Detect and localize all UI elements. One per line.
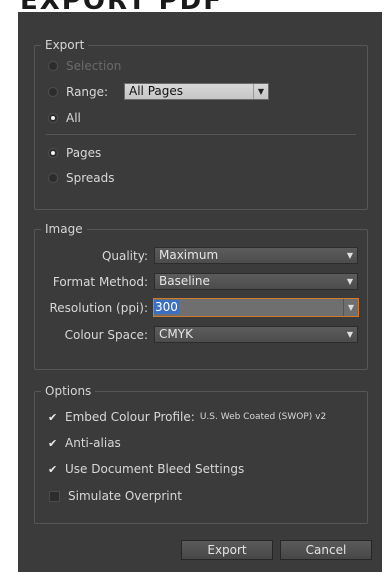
chevron-down-icon: ▼: [253, 84, 268, 99]
chevron-down-icon: ▼: [346, 330, 354, 339]
embed-profile-checkbox[interactable]: ✔ Embed Colour Profile: U.S. Web Coated …: [48, 410, 326, 424]
options-legend: Options: [45, 384, 92, 398]
pages-radio[interactable]: Pages: [48, 146, 101, 160]
pages-label: Pages: [66, 146, 102, 160]
embed-label: Embed Colour Profile:: [65, 410, 195, 424]
radio-selected-icon: [48, 148, 58, 158]
cancel-button[interactable]: Cancel: [280, 540, 372, 560]
chevron-down-icon[interactable]: ▼: [343, 299, 358, 316]
image-group: Image: [34, 222, 368, 370]
embed-profile-value: U.S. Web Coated (SWOP) v2: [199, 412, 327, 422]
colour-space-value: CMYK: [159, 327, 193, 341]
bleed-settings-checkbox[interactable]: ✔ Use Document Bleed Settings: [48, 462, 244, 476]
colour-space-label: Colour Space:: [64, 328, 148, 342]
checkmark-icon: ✔: [48, 436, 58, 450]
checkmark-icon: ✔: [48, 462, 58, 476]
format-dropdown[interactable]: Baseline ▼: [154, 273, 358, 290]
chevron-down-icon: ▼: [346, 251, 354, 260]
resolution-combobox[interactable]: 300 ▼: [153, 298, 359, 317]
checkmark-icon: ✔: [48, 410, 58, 424]
export-button[interactable]: Export: [181, 540, 273, 560]
anti-alias-label: Anti-alias: [65, 436, 121, 450]
spreads-radio[interactable]: Spreads: [48, 171, 115, 185]
resolution-label: Resolution (ppi):: [49, 301, 149, 315]
quality-dropdown[interactable]: Maximum ▼: [154, 247, 358, 264]
bleed-label: Use Document Bleed Settings: [65, 462, 245, 476]
anti-alias-checkbox[interactable]: ✔ Anti-alias: [48, 436, 121, 450]
format-value: Baseline: [159, 274, 210, 288]
image-legend: Image: [45, 222, 83, 236]
selection-label: Selection: [66, 59, 122, 73]
format-label: Format Method:: [52, 275, 148, 289]
export-jpeg-dialog: Export Selection Range: All Pages ▼ All …: [18, 12, 382, 572]
quality-value: Maximum: [159, 248, 219, 262]
all-label: All: [66, 111, 81, 125]
range-label: Range:: [66, 85, 109, 99]
checkbox-empty-icon: [49, 490, 60, 502]
radio-icon: [48, 61, 58, 71]
radio-icon: [48, 173, 58, 183]
range-radio[interactable]: Range:: [48, 85, 108, 99]
overprint-label: Simulate Overprint: [68, 489, 182, 503]
spreads-label: Spreads: [66, 171, 115, 185]
export-legend: Export: [45, 38, 85, 52]
options-group: Options: [34, 384, 368, 524]
colour-space-dropdown[interactable]: CMYK ▼: [154, 326, 358, 343]
all-radio[interactable]: All: [48, 111, 81, 125]
resolution-value[interactable]: 300: [154, 300, 179, 314]
selection-radio[interactable]: Selection: [48, 59, 121, 73]
radio-icon: [48, 87, 58, 97]
export-divider: [46, 134, 356, 135]
chevron-down-icon: ▼: [346, 277, 354, 286]
simulate-overprint-checkbox[interactable]: Simulate Overprint: [48, 489, 182, 503]
quality-label: Quality:: [101, 249, 148, 263]
range-value: All Pages: [129, 84, 183, 98]
range-dropdown[interactable]: All Pages ▼: [124, 83, 269, 100]
radio-selected-icon: [48, 113, 58, 123]
